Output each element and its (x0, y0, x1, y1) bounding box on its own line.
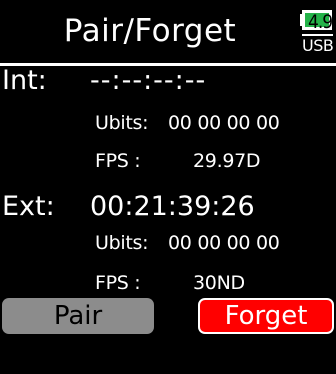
battery-indicator: 4.9 USB (300, 8, 334, 56)
internal-fps-row: FPS : 29.97D (0, 148, 336, 178)
power-source-label: USB (302, 34, 334, 55)
internal-fps-label: FPS : (95, 150, 141, 172)
forget-button[interactable]: Forget (198, 298, 334, 334)
internal-timecode-row: Int: --:--:--:-- (0, 64, 336, 100)
external-fps-row: FPS : 30ND (0, 270, 336, 300)
external-ubits-row: Ubits: 00 00 00 00 (0, 230, 336, 260)
internal-label: Int: (2, 65, 47, 96)
internal-ubits-label: Ubits: (95, 112, 149, 134)
external-fps-label: FPS : (95, 272, 141, 294)
external-timecode-row: Ext: 00:21:39:26 (0, 190, 336, 226)
battery-value: 4.9 (308, 11, 333, 33)
external-timecode: 00:21:39:26 (90, 191, 255, 222)
page-title: Pair/Forget (63, 13, 237, 49)
internal-ubits-row: Ubits: 00 00 00 00 (0, 110, 336, 140)
external-fps-value: 30ND (193, 272, 245, 294)
internal-fps-value: 29.97D (193, 150, 261, 172)
pair-forget-screen: Pair/Forget 4.9 USB Int: --:--:--:-- Ubi… (0, 0, 336, 336)
external-ubits-value: 00 00 00 00 (168, 232, 280, 254)
external-label: Ext: (2, 191, 55, 222)
battery-icon: 4.9 (302, 10, 333, 33)
internal-ubits-value: 00 00 00 00 (168, 112, 280, 134)
title-bar: Pair/Forget 4.9 USB (0, 0, 336, 62)
internal-timecode: --:--:--:-- (90, 65, 207, 96)
external-ubits-label: Ubits: (95, 232, 149, 254)
pair-button[interactable]: Pair (2, 298, 154, 334)
